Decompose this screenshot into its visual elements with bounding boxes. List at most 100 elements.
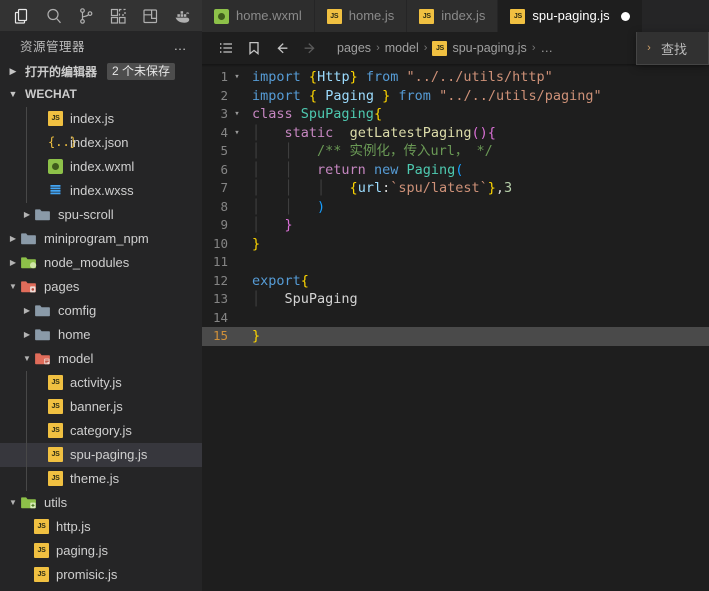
breadcrumb-item[interactable]: JS spu-paging.js (429, 40, 529, 56)
tree-file-item[interactable]: ·JS promisic.js (0, 563, 202, 587)
no-twisty: · (34, 443, 48, 467)
source-control-icon[interactable] (70, 1, 102, 31)
chevron-right-icon[interactable]: ▶ (20, 203, 34, 227)
indent-guide (26, 178, 27, 203)
open-editors-section[interactable]: ▶ 打开的编辑器 2 个未保存 (0, 60, 202, 83)
folder-pages-icon (20, 279, 37, 294)
unsaved-indicator-icon[interactable] (620, 11, 630, 21)
tree-file-item[interactable]: ·JSutil.js (0, 587, 202, 591)
code-line[interactable]: 1 ▾ import {Http} from "../../utils/http" (202, 68, 709, 87)
editor-tab[interactable]: home.wxml (202, 0, 315, 32)
chevron-right-icon[interactable]: ▶ (20, 299, 34, 323)
navigate-back-icon[interactable] (268, 33, 296, 63)
workbench-body: 资源管理器 … ▶ 打开的编辑器 2 个未保存 ▼ WECHAT ·JSinde… (0, 32, 709, 591)
docker-icon[interactable] (166, 1, 198, 31)
chevron-down-icon: ▼ (8, 89, 18, 100)
code-line[interactable]: 13 │ SpuPaging (202, 290, 709, 309)
explorer-icon[interactable] (6, 1, 38, 31)
sidebar-more-actions-button[interactable]: … (174, 38, 189, 53)
code-line[interactable]: 15} (202, 327, 709, 346)
workspace-section[interactable]: ▼ WECHAT (0, 83, 202, 106)
tree-file-item[interactable]: ·JS category.js (0, 418, 202, 443)
line-number: 1 (220, 69, 228, 84)
code-line[interactable]: 11 (202, 253, 709, 272)
tree-item-label: index.js (70, 111, 115, 127)
code-line[interactable]: 3 ▾ class SpuPaging{ (202, 105, 709, 124)
tree-file-item[interactable]: ·JS banner.js (0, 394, 202, 419)
code-line[interactable]: 14 (202, 309, 709, 328)
navigate-forward-icon[interactable] (296, 33, 324, 63)
bookmark-icon[interactable] (240, 33, 268, 63)
wxss-file-icon: 𝌆 (49, 183, 62, 199)
tree-file-item[interactable]: · index.wxml (0, 154, 202, 179)
tree-folder-item[interactable]: ▼ pages (0, 275, 202, 299)
code-line[interactable]: 5 │ │ /** 实例化，传入url， */ (202, 142, 709, 161)
tree-file-item[interactable]: ·JS spu-paging.js (0, 442, 202, 467)
tree-file-item[interactable]: ·𝌆 index.wxss (0, 178, 202, 203)
code-line[interactable]: 12 export{ (202, 272, 709, 291)
breadcrumb-item[interactable]: pages (334, 41, 374, 55)
tree-folder-item[interactable]: ▼ utils (0, 491, 202, 515)
tree-file-item[interactable]: ·JS theme.js (0, 466, 202, 491)
editor-tab[interactable]: JS index.js (407, 0, 499, 32)
code-line[interactable]: 2 import { Paging } from "../../utils/pag… (202, 87, 709, 106)
editor-tab[interactable]: JS spu-paging.js (498, 0, 643, 32)
extensions-icon[interactable] (102, 1, 134, 31)
indent-guide (26, 442, 27, 467)
tree-item-label: banner.js (70, 399, 123, 415)
code-line[interactable]: 8 │ │ ) (202, 198, 709, 217)
tree-folder-item[interactable]: ▶ node_modules (0, 251, 202, 275)
find-expand-toggle-icon[interactable]: › (643, 42, 655, 54)
debug-icon[interactable] (134, 1, 166, 31)
editor-tab[interactable]: JS home.js (314, 0, 408, 32)
code-line[interactable]: 9 │ } (202, 216, 709, 235)
code-line[interactable]: 7 │ │ │ {url:`spu/latest`},3 (202, 179, 709, 198)
tree-file-item[interactable]: ·{..}index.json (0, 130, 202, 155)
line-number: 6 (220, 161, 228, 177)
code-token: import (252, 69, 301, 85)
indent-guide: │ (252, 291, 285, 307)
chevron-right-icon[interactable]: ▶ (20, 323, 34, 347)
line-number: 9 (220, 217, 228, 232)
tree-file-item[interactable]: ·JS http.js (0, 515, 202, 539)
code-token: return (317, 161, 366, 178)
chevron-right-icon[interactable]: ▶ (6, 251, 20, 275)
find-widget[interactable]: › 查找 (636, 32, 709, 65)
tree-file-item[interactable]: ·JS paging.js (0, 539, 202, 563)
search-icon[interactable] (38, 1, 70, 31)
js-file-icon: JS (326, 8, 342, 24)
code-line[interactable]: 4 ▾ │ static getLatestPaging(){ (202, 124, 709, 143)
indent-guide: │ (252, 217, 285, 233)
js-file-icon: JS (34, 519, 49, 535)
code-line[interactable]: 10} (202, 235, 709, 254)
breadcrumb: pages › model › JS spu-paging.js ›… (202, 32, 709, 64)
breadcrumb-item[interactable]: … (537, 41, 556, 55)
tree-folder-item[interactable]: ▶ home (0, 323, 202, 347)
chevron-down-icon[interactable]: ▼ (6, 491, 20, 515)
folder-icon (34, 327, 51, 342)
tree-folder-item[interactable]: ▼ model (0, 347, 202, 371)
fold-chevron-down-icon[interactable]: ▾ (228, 105, 246, 124)
tree-folder-item[interactable]: ▶ comfig (0, 299, 202, 323)
code-line[interactable]: 6 │ │ return new Paging( (202, 161, 709, 180)
outline-icon[interactable] (212, 33, 240, 63)
tab-label: home.wxml (236, 8, 302, 23)
chevron-down-icon[interactable]: ▼ (20, 347, 34, 371)
tree-folder-item[interactable]: ▶ miniprogram_npm (0, 227, 202, 251)
tree-folder-item[interactable]: ▶ spu-scroll (0, 203, 202, 227)
code-lines: 1 ▾ import {Http} from "../../utils/http" 2… (202, 64, 709, 346)
code-editor[interactable]: 1 ▾ import {Http} from "../../utils/http" 2… (202, 64, 709, 591)
tree-file-item[interactable]: ·JS activity.js (0, 370, 202, 395)
chevron-right-icon[interactable]: ▶ (6, 227, 20, 251)
chevron-down-icon[interactable]: ▼ (6, 275, 20, 299)
tree-file-item[interactable]: ·JS index.js (0, 106, 202, 131)
line-number: 15 (212, 328, 228, 343)
code-token: SpuPaging (300, 106, 374, 122)
code-token: { (300, 272, 309, 289)
fold-chevron-down-icon[interactable]: ▾ (228, 124, 246, 143)
breadcrumb-item[interactable]: model (382, 41, 422, 55)
activity-bar (0, 0, 202, 32)
fold-chevron-down-icon[interactable]: ▾ (228, 68, 246, 87)
